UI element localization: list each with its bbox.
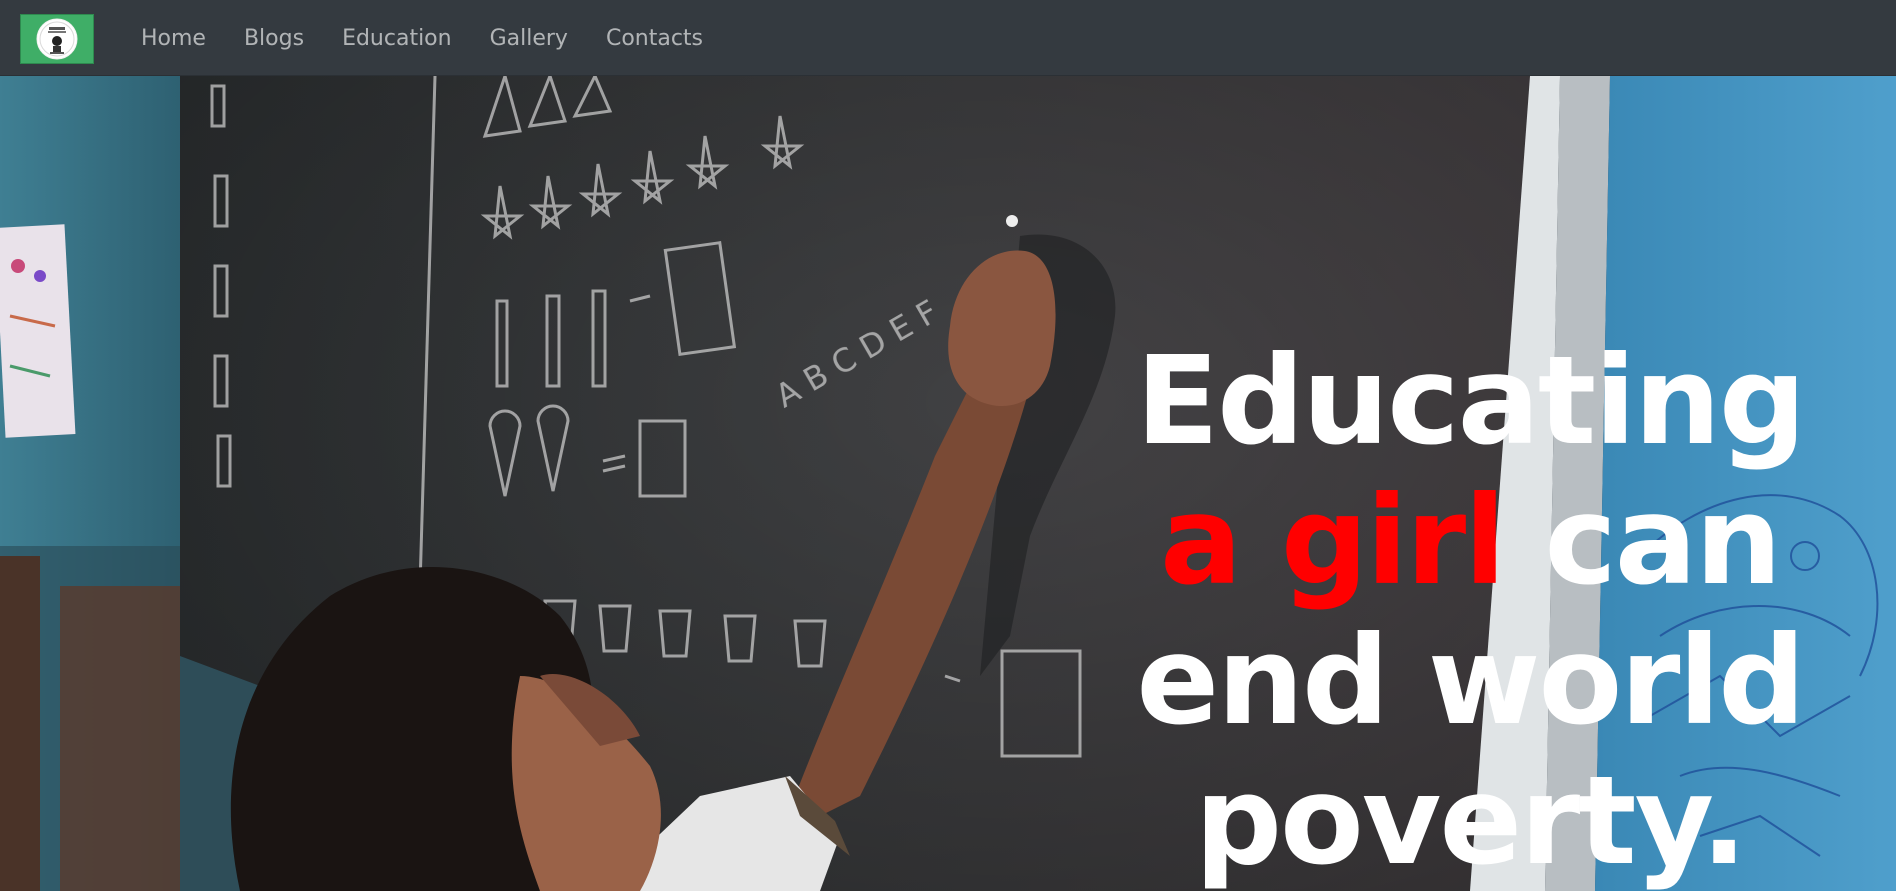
headline-highlight: a girl xyxy=(1160,470,1506,612)
headline-line-3: end world xyxy=(1136,610,1805,752)
nav-blogs-link[interactable]: Blogs xyxy=(244,26,304,51)
headline-line-1: Educating xyxy=(1135,330,1806,472)
top-navbar: Home Blogs Education Gallery Contacts xyxy=(0,0,1896,76)
wall-poster xyxy=(0,224,76,438)
nav-education-link[interactable]: Education xyxy=(342,26,452,51)
headline-line-4: poverty. xyxy=(1194,750,1748,891)
hero-headline: Educating a girl can end world poverty. xyxy=(1110,331,1830,891)
nav-home-link[interactable]: Home xyxy=(141,26,206,51)
site-logo[interactable] xyxy=(20,14,94,64)
girls-education-logo-icon xyxy=(36,18,78,60)
hero-banner: A B C D E F Educating a girl can end wor… xyxy=(0,76,1896,891)
nav-contacts-link[interactable]: Contacts xyxy=(606,26,703,51)
headline-line-2-rest: can xyxy=(1503,470,1782,612)
nav-gallery-link[interactable]: Gallery xyxy=(490,26,568,51)
nav-links: Home Blogs Education Gallery Contacts xyxy=(141,0,741,76)
